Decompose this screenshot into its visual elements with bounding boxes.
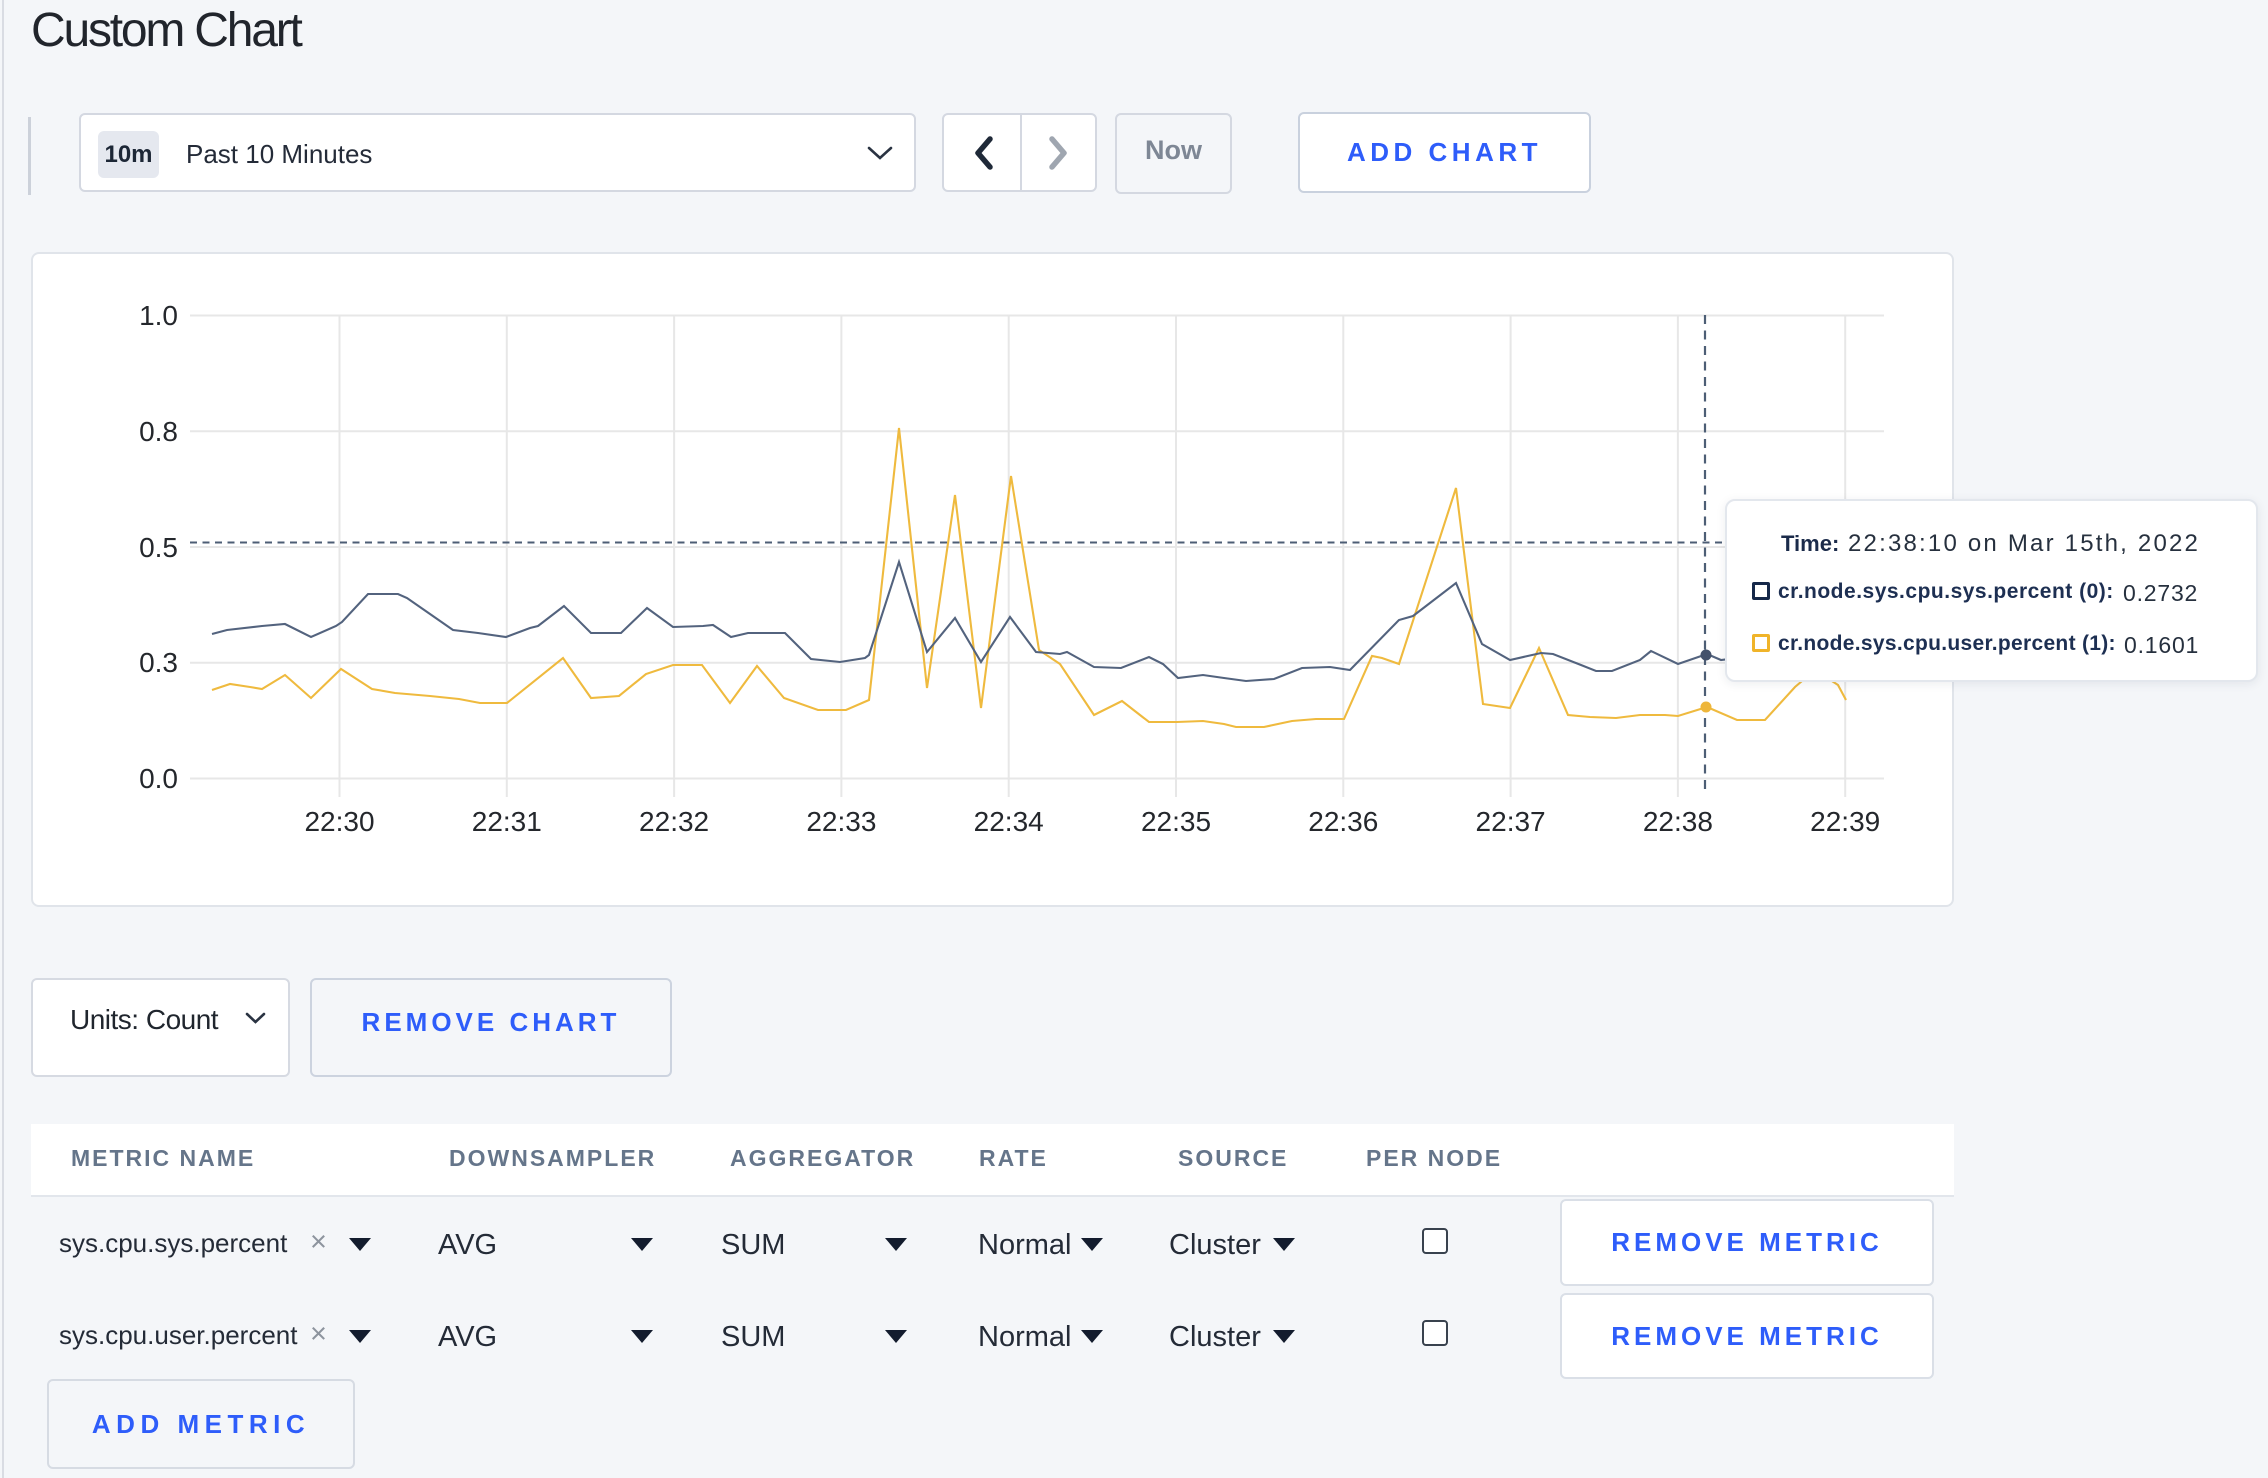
svg-text:22:37: 22:37 [1476,806,1546,837]
svg-text:22:36: 22:36 [1308,806,1378,837]
svg-text:22:35: 22:35 [1141,806,1211,837]
svg-text:22:33: 22:33 [806,806,876,837]
svg-text:22:30: 22:30 [304,806,374,837]
svg-text:22:39: 22:39 [1810,806,1880,837]
svg-text:22:38: 22:38 [1643,806,1713,837]
svg-text:0.5: 0.5 [139,532,178,563]
svg-text:22:32: 22:32 [639,806,709,837]
svg-text:22:34: 22:34 [974,806,1044,837]
svg-text:0.8: 0.8 [139,416,178,447]
svg-text:0.3: 0.3 [139,647,178,678]
svg-text:0.0: 0.0 [139,763,178,794]
svg-text:1.0: 1.0 [139,300,178,331]
svg-text:22:31: 22:31 [472,806,542,837]
